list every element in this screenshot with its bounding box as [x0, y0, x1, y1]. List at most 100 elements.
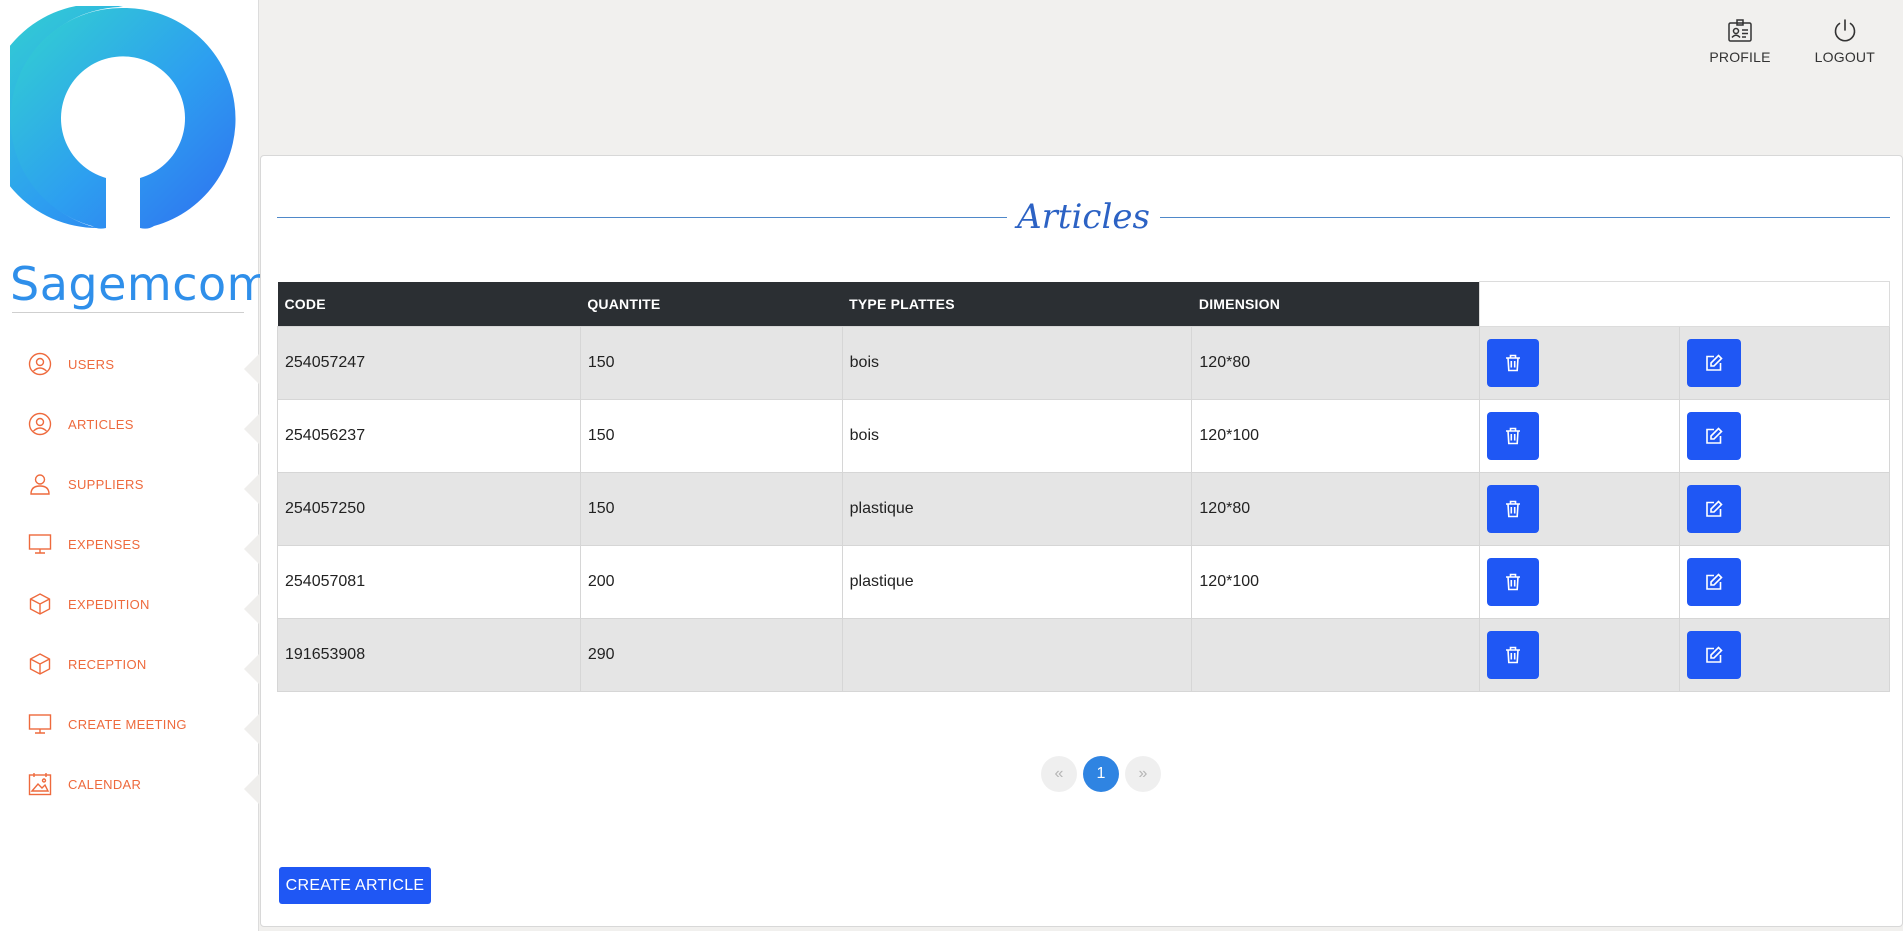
sidebar-item-suppliers[interactable]: SUPPLIERS — [0, 454, 259, 514]
nav-notch — [244, 474, 259, 504]
articles-table: CODE QUANTITE TYPE PLATTES DIMENSION 254… — [277, 281, 1890, 692]
cell-delete — [1479, 399, 1681, 473]
delete-button[interactable] — [1487, 485, 1540, 533]
delete-button[interactable] — [1487, 631, 1540, 679]
trash-icon — [1506, 427, 1521, 445]
edit-icon — [1706, 354, 1723, 371]
cell-type: plastique — [841, 472, 1193, 546]
box-icon — [28, 652, 52, 676]
cell-delete — [1479, 472, 1681, 546]
nav-notch — [244, 594, 259, 624]
sidebar-item-label: EXPEDITION — [68, 596, 150, 612]
sidebar-item-label: RECEPTION — [68, 656, 147, 672]
user-circle-icon — [28, 352, 52, 376]
sidebar-item-expenses[interactable]: EXPENSES — [0, 514, 259, 574]
cell-edit — [1679, 399, 1890, 473]
pagination-prev[interactable]: « — [1041, 756, 1077, 792]
edit-icon — [1706, 646, 1723, 663]
cell-type: plastique — [841, 545, 1193, 619]
cell-edit — [1679, 472, 1890, 546]
sidebar-item-label: EXPENSES — [68, 536, 141, 552]
profile-button[interactable]: PROFILE — [1709, 18, 1770, 65]
cell-type — [841, 618, 1193, 692]
nav-notch — [244, 534, 259, 564]
pagination-next[interactable]: » — [1125, 756, 1161, 792]
edit-icon — [1706, 500, 1723, 517]
sidebar-item-expedition[interactable]: EXPEDITION — [0, 574, 259, 634]
sidebar: Sagemcom USERS ARTICLES SUPPLIERS EXPENS… — [0, 0, 271, 931]
edit-button[interactable] — [1687, 558, 1742, 606]
nav-notch — [244, 354, 259, 384]
sidebar-item-create-meeting[interactable]: CREATE MEETING — [0, 694, 259, 754]
edit-button[interactable] — [1687, 485, 1742, 533]
edit-icon — [1706, 573, 1723, 590]
trash-icon — [1506, 646, 1521, 664]
topbar-actions: PROFILE LOGOUT — [1709, 18, 1875, 65]
title-divider-left — [277, 216, 1008, 218]
cell-dimension: 120*80 — [1191, 326, 1481, 400]
sidebar-item-calendar[interactable]: CALENDAR — [0, 754, 259, 814]
cell-edit — [1679, 618, 1890, 692]
sidebar-item-label: SUPPLIERS — [68, 476, 144, 492]
cell-quantite: 150 — [579, 326, 843, 400]
table-row: 191653908 290 — [277, 618, 1890, 692]
cell-code: 254056237 — [277, 399, 581, 473]
nav-notch — [244, 414, 259, 444]
trash-icon — [1506, 573, 1521, 591]
delete-button[interactable] — [1487, 412, 1540, 460]
cell-dimension: 120*100 — [1191, 399, 1481, 473]
cell-code: 254057247 — [277, 326, 581, 400]
sidebar-item-reception[interactable]: RECEPTION — [0, 634, 259, 694]
delete-button[interactable] — [1487, 339, 1540, 387]
logout-button[interactable]: LOGOUT — [1815, 18, 1875, 65]
monitor-icon — [28, 532, 52, 556]
page-title-row: Articles — [277, 192, 1890, 242]
user-circle-icon — [28, 412, 52, 436]
sidebar-item-articles[interactable]: ARTICLES — [0, 394, 259, 454]
sidebar-item-label: CREATE MEETING — [68, 716, 187, 732]
cell-edit — [1679, 326, 1890, 400]
logout-label: LOGOUT — [1814, 49, 1875, 65]
sidebar-item-users[interactable]: USERS — [0, 334, 259, 394]
sagemcom-logo-icon — [10, 6, 236, 229]
user-icon — [28, 472, 52, 496]
column-header-dimension[interactable]: DIMENSION — [1191, 281, 1480, 327]
trash-icon — [1506, 500, 1521, 518]
cell-code: 254057250 — [277, 472, 581, 546]
column-header-actions — [1479, 281, 1890, 327]
trash-icon — [1506, 354, 1521, 372]
column-header-quantite[interactable]: QUANTITE — [580, 281, 843, 327]
table-row: 254057250 150 plastique 120*80 — [277, 472, 1890, 546]
edit-button[interactable] — [1687, 339, 1742, 387]
cell-type: bois — [841, 326, 1193, 400]
cell-code: 191653908 — [277, 618, 581, 692]
create-article-button[interactable]: CREATE ARTICLE — [279, 867, 431, 904]
articles-panel: Articles CODE QUANTITE TYPE PLATTES DIME… — [260, 155, 1903, 927]
nav-notch — [244, 774, 259, 804]
pagination-page-1[interactable]: 1 — [1083, 756, 1119, 792]
column-header-code[interactable]: CODE — [277, 281, 581, 327]
pagination: « 1 » — [1041, 756, 1161, 792]
cell-delete — [1479, 618, 1681, 692]
column-header-type-plattes[interactable]: TYPE PLATTES — [842, 281, 1192, 327]
nav-notch — [244, 654, 259, 684]
brand-divider — [12, 312, 244, 313]
delete-button[interactable] — [1487, 558, 1540, 606]
table-row: 254056237 150 bois 120*100 — [277, 399, 1890, 473]
sidebar-item-label: CALENDAR — [68, 776, 142, 792]
table-header-row: CODE QUANTITE TYPE PLATTES DIMENSION — [277, 281, 1890, 327]
page-title: Articles — [1017, 197, 1150, 237]
power-icon — [1834, 19, 1856, 42]
cell-quantite: 290 — [579, 618, 843, 692]
box-icon — [28, 592, 52, 616]
title-divider-right — [1159, 216, 1890, 218]
brand-name: Sagemcom — [10, 257, 272, 311]
cell-dimension: 120*80 — [1191, 472, 1481, 546]
cell-quantite: 150 — [579, 399, 843, 473]
edit-button[interactable] — [1687, 412, 1742, 460]
id-card-icon — [1728, 19, 1752, 42]
cell-code: 254057081 — [277, 545, 581, 619]
edit-button[interactable] — [1687, 631, 1742, 679]
table-row: 254057247 150 bois 120*80 — [277, 326, 1890, 400]
cell-dimension — [1191, 618, 1481, 692]
